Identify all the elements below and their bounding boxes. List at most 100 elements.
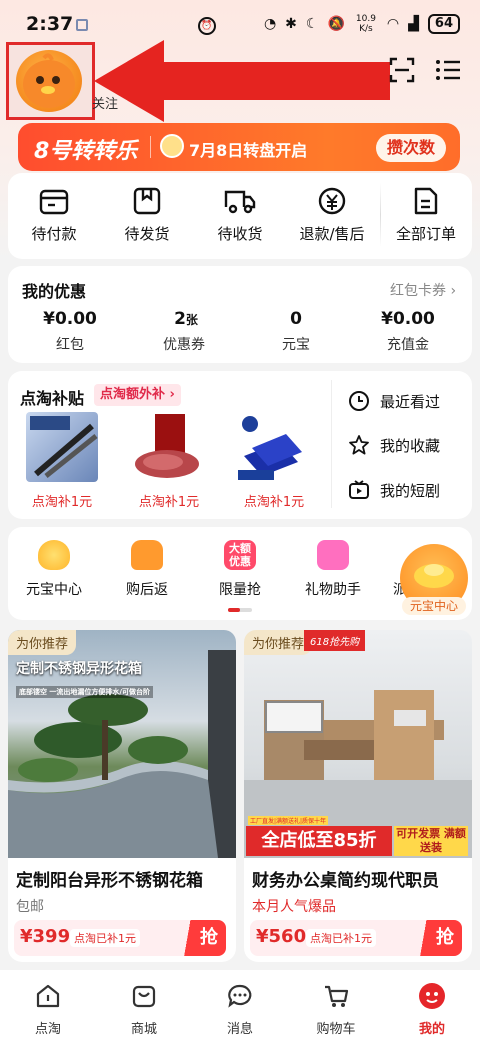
- desk-image: 为你推荐 618抢先购 工厂直发|满额送礼|质保十年 全店低至85折 可开发票 …: [244, 630, 472, 858]
- subsidy-title: 点淘补贴: [20, 389, 85, 408]
- feed-title: 定制阳台异形不锈钢花箱: [16, 871, 203, 891]
- avatar[interactable]: [16, 50, 82, 112]
- side-label: 我的收藏: [380, 436, 441, 455]
- price-bar[interactable]: ¥560 点淘已补1元 抢: [250, 920, 462, 956]
- image-caption: 定制不锈钢异形花箱: [16, 661, 142, 677]
- short-drama-link[interactable]: 我的短剧: [348, 479, 440, 501]
- redpacket-label: 红包: [56, 337, 84, 353]
- subsidy-tag[interactable]: 点淘额外补 ›: [94, 384, 181, 406]
- feed-card-planter[interactable]: 为你推荐 定制不锈钢异形花箱 底部镂空 一流出地漏位方便排水/可做台阶 定制阳台…: [8, 630, 236, 962]
- feed-title: 财务办公桌简约现代职员: [252, 871, 439, 891]
- scan-icon[interactable]: [388, 56, 416, 84]
- pen-image: [30, 416, 98, 478]
- coupons-link[interactable]: 红包卡券 ›: [390, 280, 456, 300]
- order-label: 待发货: [124, 225, 170, 243]
- tool-label: 限量抢: [219, 582, 261, 598]
- recharge-label: 充值金: [387, 337, 429, 353]
- bluetooth-icon: ✱: [285, 16, 297, 32]
- gift-box-icon: [317, 540, 349, 570]
- banner-title: 8号转转乐: [34, 139, 138, 164]
- tab-profile[interactable]: 我的: [392, 982, 472, 1037]
- product-subsidy-price: 点淘补1元: [31, 495, 93, 510]
- feed-card-desk[interactable]: 为你推荐 618抢先购 工厂直发|满额送礼|质保十年 全店低至85折 可开发票 …: [244, 630, 472, 962]
- home-icon: [36, 984, 60, 1008]
- menu-icon[interactable]: [434, 56, 462, 84]
- order-all[interactable]: 全部订单: [386, 185, 466, 244]
- tool-cashback[interactable]: 购后返: [105, 540, 189, 599]
- tool-ingot-center[interactable]: 元宝中心: [12, 540, 96, 599]
- recently-viewed-link[interactable]: 最近看过: [348, 390, 440, 412]
- big-discount-icon: 大额优惠: [224, 540, 256, 570]
- floating-ingot-label: 元宝中心: [402, 597, 466, 615]
- tab-label: 商城: [130, 1022, 157, 1037]
- coupon-count[interactable]: 2张: [136, 309, 236, 329]
- tool-flash-sale[interactable]: 大额优惠 限量抢: [198, 540, 282, 599]
- product-thumb-beef[interactable]: [133, 412, 205, 482]
- truck-icon: [224, 190, 256, 214]
- notification-icon: [76, 19, 88, 31]
- order-pending-payment[interactable]: 待付款: [14, 185, 94, 244]
- product-thumb-pen[interactable]: [26, 412, 98, 482]
- feed-subsidy: 点淘已补1元: [306, 929, 376, 947]
- package-icon: [133, 187, 161, 215]
- tab-mall[interactable]: 商城: [104, 982, 184, 1037]
- beef-image: [135, 414, 199, 478]
- side-label: 最近看过: [380, 392, 441, 411]
- ingot-value[interactable]: 0: [246, 309, 346, 329]
- shopping-bag-icon: [131, 540, 163, 570]
- profile-icon: [419, 983, 445, 1009]
- coupon-count-unit: 张: [185, 313, 198, 327]
- feed-subsidy: 点淘已补1元: [70, 929, 140, 947]
- image-factory-note: 工厂直发|满额送礼|质保十年: [248, 816, 329, 825]
- tab-cart[interactable]: 购物车: [296, 982, 376, 1037]
- order-label: 待付款: [31, 225, 77, 243]
- cart-icon: [325, 985, 349, 1007]
- moon-icon: ☾: [305, 16, 319, 32]
- tab-label: 消息: [226, 1022, 253, 1037]
- tool-label: 购后返: [126, 582, 168, 598]
- tool-label: 礼物助手: [305, 582, 361, 598]
- orders-divider: [380, 183, 381, 247]
- price-bar[interactable]: ¥399 点淘已补1元 抢: [14, 920, 226, 956]
- order-pending-receipt[interactable]: 待收货: [200, 185, 280, 244]
- document-icon: [414, 187, 438, 215]
- coupon-count-value: 2: [174, 309, 186, 329]
- tab-label: 我的: [418, 1022, 445, 1037]
- message-icon: [228, 984, 252, 1008]
- signal-icon: ▟: [408, 16, 419, 32]
- grab-button[interactable]: 抢: [180, 920, 226, 956]
- favorites-link[interactable]: 我的收藏: [348, 434, 440, 456]
- recharge-value[interactable]: ¥0.00: [358, 309, 458, 329]
- star-icon: [349, 435, 369, 455]
- redpacket-value[interactable]: ¥0.00: [20, 309, 120, 329]
- ingot-label: 元宝: [282, 337, 310, 353]
- mall-icon: [132, 985, 156, 1008]
- recommend-tag: 为你推荐: [244, 630, 313, 655]
- image-invoice-note: 可开发票 满额送装: [394, 826, 468, 856]
- feed-price: ¥560: [256, 926, 307, 947]
- product-thumb-folder[interactable]: [238, 412, 310, 482]
- tool-label: 元宝中心: [26, 582, 82, 598]
- order-refund[interactable]: 退款/售后: [292, 185, 372, 244]
- gold-ingot-icon: [38, 540, 70, 570]
- tab-label: 点淘: [34, 1022, 61, 1037]
- wallet-icon: [39, 189, 69, 215]
- subsidy-divider: [331, 380, 332, 508]
- clock-icon: [160, 134, 184, 158]
- mute-icon: 🔕: [327, 16, 345, 32]
- coupon-label: 优惠券: [163, 337, 205, 353]
- order-pending-shipment[interactable]: 待发货: [107, 185, 187, 244]
- collect-chances-button[interactable]: 攒次数: [376, 134, 446, 162]
- battery-indicator: 64: [427, 14, 460, 34]
- speed-gauge-icon: ◔: [263, 16, 277, 32]
- image-subcaption: 底部镂空 一流出地漏位方便排水/可做台阶: [16, 686, 153, 698]
- feed-subtitle: 包邮: [16, 899, 44, 915]
- tab-messages[interactable]: 消息: [200, 982, 280, 1037]
- tool-gift-assistant[interactable]: 礼物助手: [291, 540, 375, 599]
- status-right: ◔ ✱ ☾ 🔕 10.9 K/s ◠ ▟ 64: [264, 14, 460, 34]
- coupons-title: 我的优惠: [22, 282, 87, 301]
- tab-home[interactable]: 点淘: [8, 982, 88, 1037]
- image-promo-badge: 618抢先购: [304, 630, 366, 651]
- grab-button[interactable]: 抢: [416, 920, 462, 956]
- chick-mascot-icon: [23, 53, 75, 108]
